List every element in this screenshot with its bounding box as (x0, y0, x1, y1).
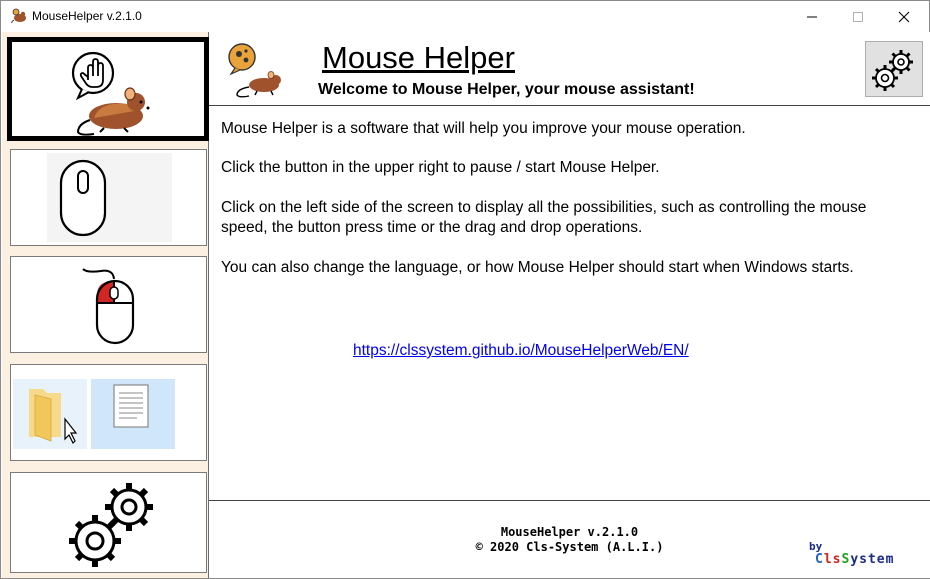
maximize-button[interactable] (835, 1, 881, 32)
pause-start-paragraph: Click the button in the upper right to p… (221, 159, 660, 176)
minimize-icon (807, 16, 817, 17)
page-subtitle: Welcome to Mouse Helper, your mouse assi… (318, 81, 695, 98)
brand-logo: ClsSystem (815, 552, 895, 567)
mouse-helper-logo (228, 43, 281, 98)
website-link[interactable]: https://clssystem.github.io/MouseHelperW… (353, 342, 689, 360)
version-label: MouseHelper v.2.1.0 (500, 525, 639, 539)
close-icon (898, 11, 910, 22)
gears-icon (872, 50, 913, 91)
mouse-app-icon (11, 8, 26, 24)
mouse-hand-icon (71, 51, 150, 136)
sidebar-item-button-press-time[interactable] (10, 256, 207, 353)
gears-icon (69, 483, 153, 567)
title-bar[interactable]: MouseHelper v.2.1.0 (1, 1, 929, 32)
options-paragraph: Click on the left side of the screen to … (221, 199, 867, 236)
mouse-left-click-icon (82, 268, 135, 345)
header: Mouse Helper Welcome to Mouse Helper, yo… (209, 32, 930, 106)
sidebar-item-home[interactable] (7, 37, 209, 141)
window-title: MouseHelper v.2.1.0 (32, 9, 142, 23)
page-title: Mouse Helper (322, 40, 515, 75)
app-window: MouseHelper v.2.1.0 Mouse Helper Welcome… (0, 0, 930, 579)
drag-and-drop-icon (13, 379, 175, 449)
close-button[interactable] (881, 1, 927, 32)
main-content: Mouse Helper is a software that will hel… (209, 106, 930, 500)
sidebar-item-settings[interactable] (10, 472, 207, 573)
intro-paragraph: Mouse Helper is a software that will hel… (221, 120, 746, 137)
pause-start-button[interactable] (865, 41, 923, 97)
footer: MouseHelper v.2.1.0 © 2020 Cls-System (A… (209, 500, 930, 578)
sidebar (2, 32, 209, 578)
minimize-button[interactable] (789, 1, 835, 32)
language-paragraph: You can also change the language, or how… (221, 259, 854, 276)
sidebar-item-mouse-speed[interactable] (10, 149, 207, 246)
mouse-outline-icon (47, 153, 172, 242)
maximize-icon (853, 11, 863, 22)
sidebar-item-drag-and-drop[interactable] (10, 364, 207, 461)
